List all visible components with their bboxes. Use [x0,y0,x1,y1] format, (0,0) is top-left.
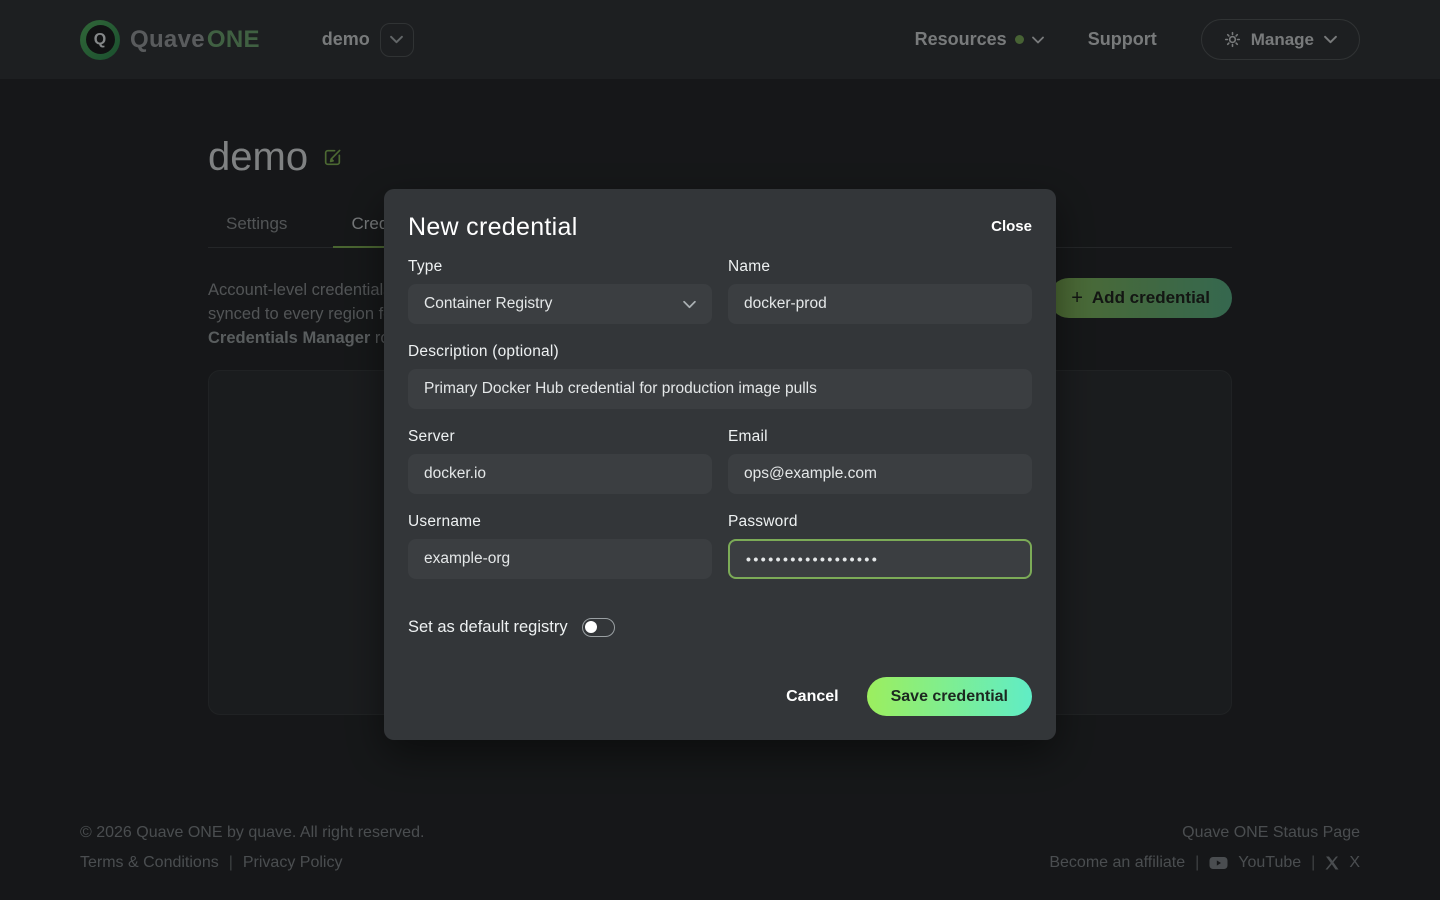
new-credential-modal: New credential Close Type Container Regi… [384,189,1056,740]
modal-title: New credential [408,213,578,242]
cancel-button[interactable]: Cancel [786,688,838,706]
default-registry-toggle-label: Set as default registry [408,618,568,637]
description-input[interactable] [408,369,1032,409]
name-label: Name [728,258,1032,276]
type-select[interactable]: Container Registry [408,284,712,324]
default-registry-toggle[interactable] [582,618,615,637]
password-label: Password [728,513,1032,531]
server-input[interactable] [408,454,712,494]
toggle-knob [585,621,597,633]
type-select-value: Container Registry [424,295,552,313]
server-label: Server [408,428,712,446]
username-input[interactable] [408,539,712,579]
chevron-down-icon [683,300,696,309]
name-input[interactable] [728,284,1032,324]
save-credential-button[interactable]: Save credential [867,677,1032,716]
email-input[interactable] [728,454,1032,494]
description-label: Description (optional) [408,343,1032,361]
username-label: Username [408,513,712,531]
email-label: Email [728,428,1032,446]
password-input[interactable] [728,539,1032,579]
close-button[interactable]: Close [991,218,1032,235]
type-label: Type [408,258,712,276]
